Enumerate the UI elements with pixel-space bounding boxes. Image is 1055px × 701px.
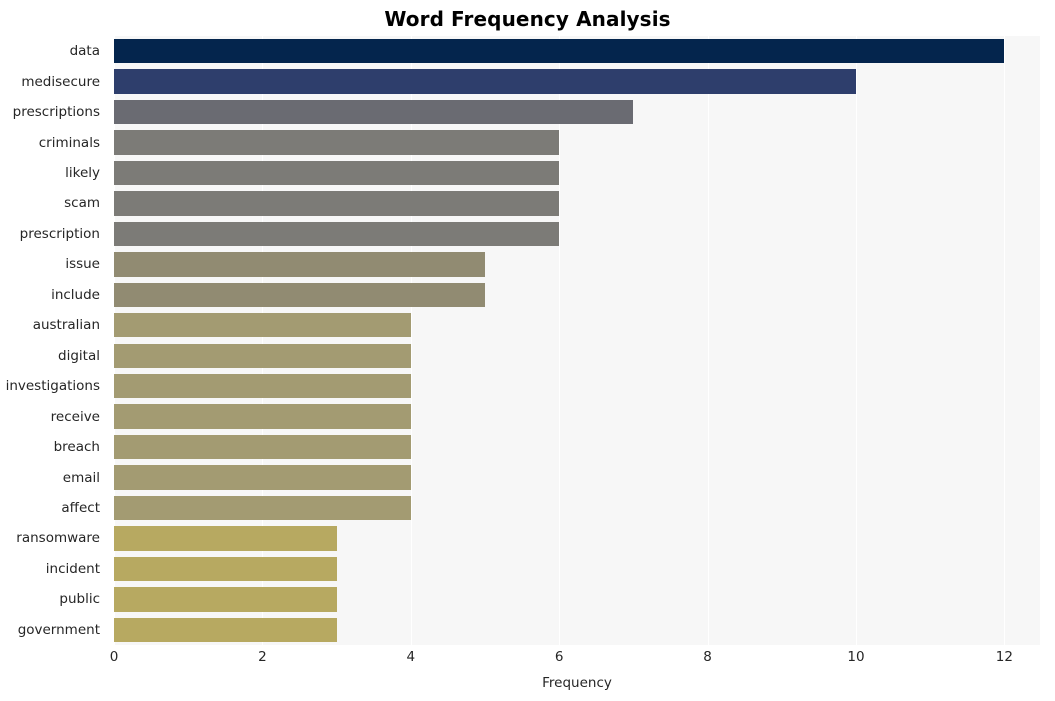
x-axis-tick-label: 4	[406, 649, 416, 665]
bar	[114, 556, 337, 582]
bar	[114, 373, 411, 399]
chart-figure: Word Frequency Analysis data mediseсure pr…	[0, 0, 1055, 701]
bar	[114, 130, 560, 155]
bar	[114, 252, 485, 277]
x-axis-tick-label: 12	[995, 649, 1013, 665]
bars-layer	[114, 36, 1040, 645]
y-axis-tick-label: scam	[64, 195, 100, 212]
bar	[114, 526, 337, 551]
bar	[114, 160, 560, 186]
bar	[114, 343, 411, 368]
y-axis-tick-label: digital	[58, 347, 100, 364]
y-axis-tick-label: likely	[65, 165, 100, 182]
y-axis-tick-label: public	[59, 591, 100, 608]
y-axis-tick-label: include	[51, 286, 100, 303]
y-axis-tick-labels: data mediseсure prescriptions criminals like…	[0, 36, 108, 645]
bar	[114, 404, 411, 429]
y-axis-tick-label: australian	[32, 317, 100, 334]
bar	[114, 191, 560, 216]
bar	[114, 617, 337, 642]
y-axis-tick-label: issue	[65, 256, 100, 273]
bar	[114, 39, 1005, 64]
x-axis-tick-labels: 0 2 4 6 8 10 12	[0, 649, 1055, 671]
x-axis-tick-label: 10	[847, 649, 865, 665]
page-title: Word Frequency Analysis	[384, 7, 671, 31]
y-axis-tick-label: breach	[53, 439, 100, 456]
x-axis-tick-label: 8	[703, 649, 712, 665]
y-axis-tick-label: data	[69, 43, 100, 60]
bar	[114, 282, 485, 307]
y-axis-tick-label: government	[17, 621, 100, 638]
x-axis-tick-label: 0	[109, 649, 119, 665]
bar	[114, 99, 634, 125]
bar	[114, 313, 411, 338]
x-axis-tick-label: 6	[554, 649, 564, 665]
x-axis-tick-label: 2	[258, 649, 267, 665]
y-axis-tick-label: receive	[50, 408, 100, 425]
y-axis-tick-label: investigations	[5, 378, 100, 395]
bar	[114, 495, 411, 521]
plot-area	[114, 36, 1040, 645]
y-axis-tick-label: affect	[61, 499, 100, 516]
bar	[114, 587, 337, 612]
y-axis-tick-label: criminals	[38, 134, 100, 151]
bar	[114, 221, 560, 247]
bar	[114, 434, 411, 460]
bar	[114, 69, 856, 94]
y-axis-tick-label: incident	[45, 560, 100, 577]
x-axis-title: Frequency	[542, 675, 612, 691]
y-axis-tick-label: mediseсure	[21, 73, 100, 90]
bar	[114, 465, 411, 490]
y-axis-tick-label: prescriptions	[12, 104, 100, 121]
y-axis-tick-label: email	[62, 469, 100, 486]
y-axis-tick-label: prescription	[19, 225, 100, 242]
y-axis-tick-label: ransomware	[16, 530, 100, 547]
